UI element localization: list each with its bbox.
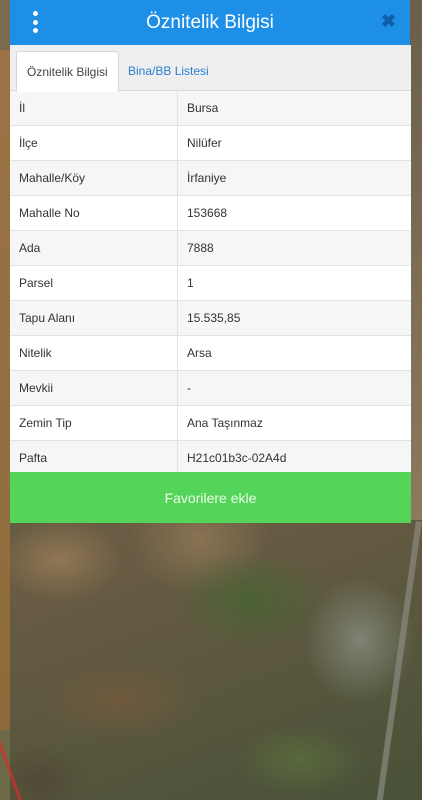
table-row: Mahalle No 153668 bbox=[10, 195, 411, 231]
dialog-header: Öznitelik Bilgisi ✖ bbox=[10, 0, 410, 45]
attribute-value: - bbox=[177, 370, 411, 406]
attribute-value: 1 bbox=[177, 265, 411, 301]
table-row: Ada 7888 bbox=[10, 230, 411, 266]
tab-building-list[interactable]: Bina/BB Listesi bbox=[118, 51, 219, 90]
table-row: Pafta H21c01b3c-02A4d bbox=[10, 440, 411, 476]
more-vertical-icon[interactable] bbox=[28, 11, 42, 33]
attribute-value: 153668 bbox=[177, 195, 411, 231]
attribute-key: Mahalle No bbox=[10, 195, 178, 231]
add-to-favorites-button[interactable]: Favorilere ekle bbox=[10, 472, 411, 523]
table-row: Nitelik Arsa bbox=[10, 335, 411, 371]
close-icon[interactable]: ✖ bbox=[381, 11, 396, 32]
attribute-key: Pafta bbox=[10, 440, 178, 476]
map-side-panel-strip bbox=[0, 50, 10, 730]
attribute-key: Tapu Alanı bbox=[10, 300, 178, 336]
table-row: İlçe Nilüfer bbox=[10, 125, 411, 161]
table-row: Mahalle/Köy İrfaniye bbox=[10, 160, 411, 196]
attribute-value: Bursa bbox=[177, 91, 411, 126]
attribute-key: Mevkii bbox=[10, 370, 178, 406]
attribute-value: 7888 bbox=[177, 230, 411, 266]
table-row: Mevkii - bbox=[10, 370, 411, 406]
attribute-key: Zemin Tip bbox=[10, 405, 178, 441]
map-right-edge bbox=[410, 0, 422, 520]
attribute-key: İl bbox=[10, 91, 178, 126]
attribute-key: Mahalle/Köy bbox=[10, 160, 178, 196]
attribute-value: Nilüfer bbox=[177, 125, 411, 161]
attribute-key: İlçe bbox=[10, 125, 178, 161]
attribute-value: H21c01b3c-02A4d bbox=[177, 440, 411, 476]
attribute-table: İl Bursa İlçe Nilüfer Mahalle/Köy İrfani… bbox=[10, 91, 411, 476]
attribute-value: İrfaniye bbox=[177, 160, 411, 196]
table-row: Zemin Tip Ana Taşınmaz bbox=[10, 405, 411, 441]
attribute-key: Nitelik bbox=[10, 335, 178, 371]
dialog-title: Öznitelik Bilgisi bbox=[146, 11, 274, 33]
tab-attribute-info[interactable]: Öznitelik Bilgisi bbox=[16, 51, 119, 92]
attribute-value: Arsa bbox=[177, 335, 411, 371]
attribute-key: Parsel bbox=[10, 265, 178, 301]
attribute-key: Ada bbox=[10, 230, 178, 266]
table-row: Tapu Alanı 15.535,85 bbox=[10, 300, 411, 336]
map-road bbox=[374, 521, 422, 800]
attribute-value: 15.535,85 bbox=[177, 300, 411, 336]
table-row: İl Bursa bbox=[10, 91, 411, 126]
table-row: Parsel 1 bbox=[10, 265, 411, 301]
tab-bar: Öznitelik Bilgisi Bina/BB Listesi bbox=[10, 45, 411, 92]
attribute-value: Ana Taşınmaz bbox=[177, 405, 411, 441]
attribute-panel: Öznitelik Bilgisi Bina/BB Listesi İl Bur… bbox=[10, 45, 411, 523]
